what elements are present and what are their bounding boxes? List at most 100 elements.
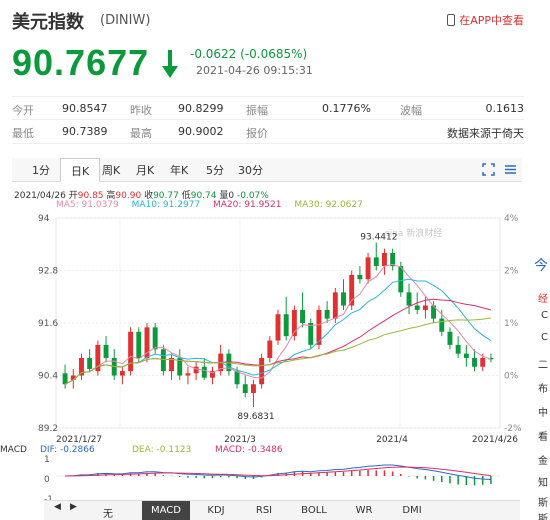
candle-body: [455, 344, 461, 354]
open-in-app-link[interactable]: 在APP中查看: [447, 12, 524, 28]
sidebar-text: 中: [538, 408, 548, 419]
candle-body: [373, 257, 379, 267]
pct-tick-label: -2%: [504, 424, 522, 434]
tab-30min[interactable]: 30分: [238, 162, 263, 178]
tab-5min[interactable]: 5分: [206, 162, 224, 178]
tab-daily-k[interactable]: 日K: [60, 158, 101, 182]
max-price-label: 93.4412: [360, 233, 397, 243]
sidebar-text: 布: [538, 384, 548, 395]
macd-dea: DEA: -0.1123: [132, 445, 191, 455]
pct-tick-label: 0%: [504, 372, 519, 382]
indicator-bar: 无 MACD KDJ RSI BOLL WR DMI: [44, 500, 520, 520]
candle-body: [332, 292, 338, 319]
period-tabs: 1分 日K 周K 月K 年K 5分 30分: [12, 158, 522, 182]
low-value: 90.7389: [62, 125, 108, 138]
candle-body: [381, 253, 387, 267]
prev-close-label: 昨收: [130, 104, 152, 117]
amplitude-value: 0.1776%: [322, 102, 371, 115]
sidebar-text: 看: [538, 432, 548, 443]
ma10-label: MA10: 91.2977: [131, 200, 201, 210]
candle-body: [119, 371, 125, 376]
sidebar-text: 经: [538, 294, 548, 305]
pct-tick-label: 1%: [504, 319, 519, 329]
macd-value: MACD: -0.3486: [215, 445, 283, 455]
high-value: 90.9002: [178, 125, 224, 138]
indicator-tab-rsi[interactable]: RSI: [240, 505, 288, 516]
candle-body: [324, 309, 330, 319]
candle-body: [62, 373, 68, 385]
sidebar-text: 斯: [538, 514, 548, 520]
tab-yearly-k[interactable]: 年K: [170, 162, 188, 178]
sidebar-strip: 今 经 C C 二 布 中 看 金 知 斯 斯: [532, 0, 550, 520]
sidebar-text: 金: [538, 456, 548, 467]
candle-body: [242, 384, 248, 393]
low-label: 最低: [12, 127, 34, 140]
current-price: 90.7677: [12, 42, 150, 83]
candle-body: [160, 349, 166, 372]
prev-close-value: 90.8299: [178, 102, 224, 115]
pct-tick-label: 4%: [504, 214, 519, 224]
x-tick-label: 2021/4: [376, 435, 408, 445]
sidebar-text: 今: [534, 258, 548, 274]
nav-left-button[interactable]: ◀: [54, 502, 61, 512]
candle-body: [259, 358, 265, 385]
quote-time: 2021-04-26 09:15:31: [196, 64, 313, 77]
candle-body: [152, 327, 158, 350]
y-tick-label: 94: [38, 214, 50, 224]
x-tick-label: 2021/3: [224, 435, 256, 445]
ma-legend: MA5: 91.0379 MA10: 91.2977 MA20: 91.9521…: [56, 200, 373, 210]
candle-body: [267, 340, 273, 358]
candle-body: [341, 292, 346, 306]
y-tick-label: 92.8: [38, 267, 58, 277]
amplitude-label: 振幅: [246, 104, 268, 117]
open-in-app-label: 在APP中查看: [459, 14, 524, 27]
stats-row: 最低 90.7389 最高 90.9002 报价 数据来源于倚天: [12, 120, 524, 144]
candle-body: [250, 384, 256, 393]
phone-icon: [447, 14, 456, 26]
candle-body: [439, 318, 445, 332]
quote-label: 报价: [246, 127, 268, 140]
high-label: 最高: [130, 127, 152, 140]
tab-monthly-k[interactable]: 月K: [136, 162, 154, 178]
candle-body: [234, 371, 240, 385]
candle-body: [447, 331, 453, 345]
data-source: 数据来源于倚天: [447, 127, 524, 140]
pct-tick-label: 2%: [504, 267, 519, 277]
indicator-tab-none[interactable]: 无: [84, 505, 132, 520]
open-value: 90.8547: [62, 102, 108, 115]
tab-weekly-k[interactable]: 周K: [102, 162, 120, 178]
nav-right-button[interactable]: ▶: [70, 502, 77, 512]
candle-body: [308, 323, 314, 345]
candle-body: [398, 266, 404, 293]
candle-body: [70, 375, 76, 380]
macd-tick-label: 0: [44, 475, 50, 485]
sidebar-text: 知: [538, 478, 548, 489]
dif-line: [65, 464, 491, 481]
candle-body: [103, 344, 109, 358]
candle-body: [480, 358, 486, 367]
ma20-label: MA20: 91.9521: [213, 200, 282, 210]
y-tick-label: 90.4: [38, 372, 58, 382]
candle-body: [463, 353, 469, 358]
fullscreen-icon[interactable]: [482, 163, 495, 176]
candle-body: [472, 358, 477, 367]
candle-body: [87, 358, 93, 369]
symbol-code: (DINIW): [100, 13, 151, 28]
settings-icon[interactable]: [504, 163, 517, 176]
sidebar-text: C: [541, 332, 548, 343]
sidebar-text: C: [541, 310, 548, 321]
indicator-tab-boll[interactable]: BOLL: [290, 505, 338, 516]
indicator-tab-dmi[interactable]: DMI: [388, 505, 436, 516]
stats-row: 今开 90.8547 昨收 90.8299 振幅 0.1776% 波幅 0.16…: [12, 96, 524, 120]
min-price-label: 89.6831: [237, 412, 274, 422]
indicator-tab-macd[interactable]: MACD: [142, 501, 190, 520]
sidebar-text: 二: [538, 360, 548, 371]
candle-body: [422, 305, 428, 310]
candle-body: [414, 305, 420, 310]
kline-chart[interactable]: 9492.891.690.489.24%2%1%0%-2%sina 新浪财经93…: [0, 210, 532, 500]
indicator-tab-kdj[interactable]: KDJ: [192, 505, 240, 516]
candle-body: [365, 257, 371, 280]
tab-1min[interactable]: 1分: [32, 162, 50, 178]
header: 美元指数 (DINIW) 在APP中查看: [12, 8, 524, 34]
indicator-tab-wr[interactable]: WR: [340, 505, 388, 516]
